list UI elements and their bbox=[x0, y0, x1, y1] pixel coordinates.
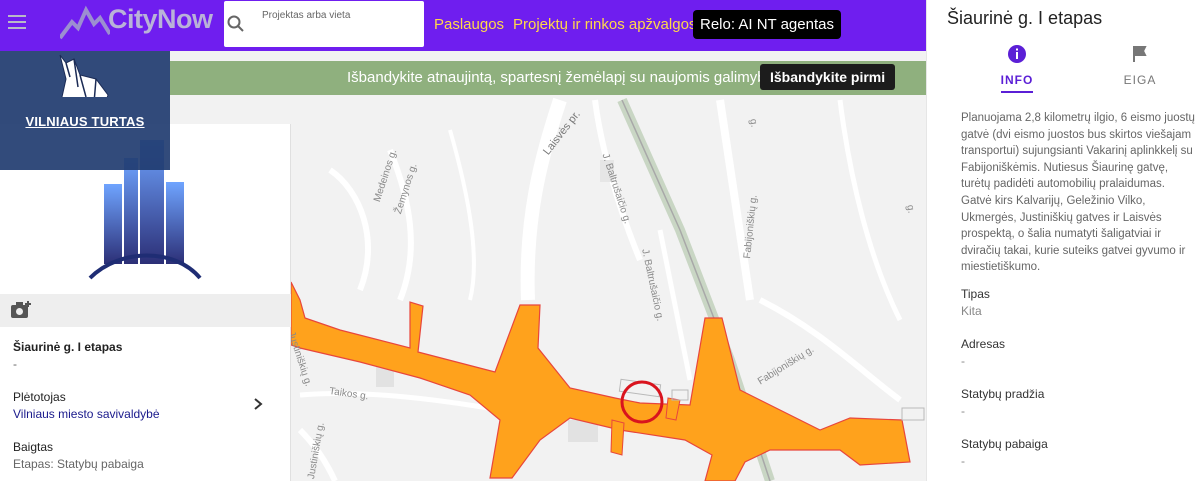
type-value: Kita bbox=[961, 304, 982, 318]
wolf-icon bbox=[59, 54, 109, 97]
vilniaus-turtas-caption: VILNIAUS TURTAS bbox=[25, 114, 145, 129]
nav-link-reviews[interactable]: Projektų ir rinkos apžvalgos bbox=[513, 16, 696, 33]
search-icon[interactable] bbox=[226, 14, 246, 34]
developer-label: Plėtotojas bbox=[13, 390, 66, 404]
finished-label: Baigtas bbox=[13, 440, 54, 454]
search-box[interactable] bbox=[224, 1, 424, 47]
photo-strip bbox=[0, 294, 291, 327]
tab-info-label: INFO bbox=[1000, 73, 1034, 87]
project-subtitle: - bbox=[13, 357, 17, 371]
construction-start-label: Statybų pradžia bbox=[961, 387, 1045, 401]
vilniaus-turtas-logo[interactable]: VILNIAUS TURTAS bbox=[0, 51, 170, 170]
nav-link-services[interactable]: Paslaugos bbox=[434, 16, 504, 33]
tab-active-indicator bbox=[1001, 91, 1033, 93]
info-icon bbox=[1008, 45, 1026, 63]
add-photo-icon[interactable] bbox=[10, 300, 32, 320]
promo-banner-text: Išbandykite atnaujintą, spartesnį žemėla… bbox=[347, 69, 798, 86]
project-name: Šiaurinė g. I etapas bbox=[13, 340, 123, 354]
promo-banner: Išbandykite atnaujintą, spartesnį žemėla… bbox=[170, 61, 926, 95]
flag-icon bbox=[1133, 46, 1147, 62]
finished-value: Etapas: Statybų pabaiga bbox=[13, 457, 144, 471]
tab-eiga-label: EIGA bbox=[1123, 73, 1157, 87]
project-detail-panel: Šiaurinė g. I etapas INFO EIGA Planuojam… bbox=[926, 0, 1200, 481]
search-input[interactable] bbox=[262, 5, 420, 25]
tab-info[interactable]: INFO bbox=[972, 44, 1062, 93]
construction-end-value: - bbox=[961, 454, 965, 468]
try-first-button[interactable]: Išbandykite pirmi bbox=[760, 64, 896, 90]
panel-title: Šiaurinė g. I etapas bbox=[947, 8, 1103, 28]
construction-end-label: Statybų pabaiga bbox=[961, 437, 1048, 451]
relo-ai-agent-button[interactable]: Relo: AI NT agentas bbox=[693, 10, 841, 39]
type-label: Tipas bbox=[961, 287, 990, 301]
project-description: Planuojama 2,8 kilometrų ilgio, 6 eismo … bbox=[961, 112, 1195, 274]
address-label: Adresas bbox=[961, 337, 1006, 351]
address-value: - bbox=[961, 354, 965, 368]
construction-start-value: - bbox=[961, 404, 965, 418]
developer-link[interactable]: Vilniaus miesto savivaldybė bbox=[13, 407, 160, 421]
tab-eiga[interactable]: EIGA bbox=[1095, 44, 1185, 87]
chevron-right-icon[interactable] bbox=[252, 397, 264, 411]
project-card: Šiaurinė g. I etapas - Plėtotojas Vilnia… bbox=[0, 124, 291, 481]
